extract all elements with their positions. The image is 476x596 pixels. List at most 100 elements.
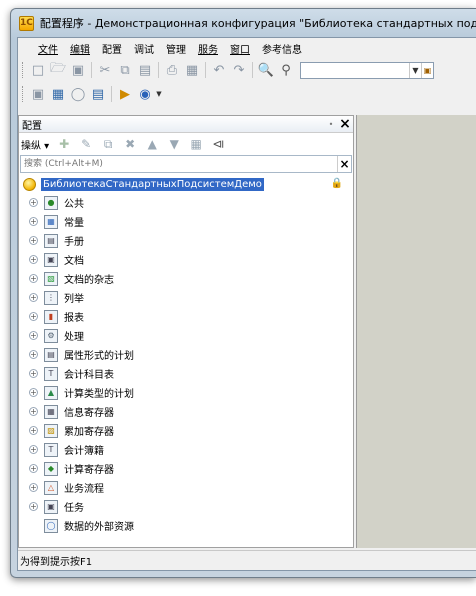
processing-icon: ⚙ [44, 328, 58, 343]
filter-input[interactable] [21, 156, 337, 172]
toolbar-grip[interactable] [22, 62, 25, 78]
menu-item[interactable]: 编辑 [64, 41, 96, 56]
redo-icon[interactable]: ↷ [229, 60, 249, 80]
tree-item[interactable]: + ▧ 文档的杂志 [19, 269, 353, 288]
tree-item[interactable]: + ▲ 计算类型的计划 [19, 383, 353, 402]
run-debug-icon[interactable]: ▶ [115, 84, 135, 104]
new-icon[interactable]: □ [28, 60, 48, 80]
tree-item[interactable]: + ⋮ 列举 [19, 288, 353, 307]
menu-item[interactable]: 窗口 [224, 41, 256, 56]
run-menu-icon[interactable]: ◉ [135, 84, 155, 104]
tree-item-label: 常量 [64, 218, 84, 229]
menu-item[interactable]: 文件 [32, 41, 64, 56]
expand-icon[interactable]: + [29, 483, 38, 492]
close-icon[interactable]: × [337, 117, 353, 131]
app-icon[interactable]: 1C [19, 15, 34, 31]
accumulation-register-icon: ▨ [44, 423, 58, 438]
tree-item-label: 手册 [64, 237, 84, 248]
expand-icon[interactable]: + [29, 350, 38, 359]
panel-title: 配置 [22, 120, 42, 132]
tree-item-label: 计算寄存器 [64, 465, 114, 476]
chevron-down-icon[interactable]: ▼ [155, 84, 163, 104]
tree-item-label: 信息寄存器 [64, 408, 114, 419]
tree-item[interactable]: + T 会计科目表 [19, 364, 353, 383]
tree-item[interactable]: + ● 公共 [19, 193, 353, 212]
config-compare-icon[interactable]: ▦ [48, 84, 68, 104]
print-icon[interactable]: ⎙ [162, 60, 182, 80]
find-in-files-icon[interactable]: 🔍 [256, 60, 276, 80]
tree-item[interactable]: + ▮ 报表 [19, 307, 353, 326]
tree-item[interactable]: + △ 业务流程 [19, 478, 353, 497]
expand-icon[interactable]: + [29, 388, 38, 397]
chart-of-characteristics-icon: ▤ [44, 347, 58, 362]
calculation-register-icon: ◆ [44, 461, 58, 476]
expand-icon[interactable]: + [29, 445, 38, 454]
expand-icon[interactable]: + [29, 274, 38, 283]
sort-icon[interactable]: ▦ [185, 134, 207, 154]
add-icon[interactable]: ✚ [53, 134, 75, 154]
expand-icon[interactable]: + [29, 198, 38, 207]
documents-icon: ▣ [44, 252, 58, 267]
chevron-down-icon[interactable]: ▼ [409, 62, 421, 78]
open-icon[interactable]: 🗁 [48, 60, 68, 80]
tree-item-label: 处理 [64, 332, 84, 343]
move-down-icon[interactable]: ▼ [163, 134, 185, 154]
menu-item[interactable]: 参考信息 [256, 41, 308, 56]
lock-icon: 🔒 [330, 178, 343, 189]
menu-item[interactable]: 配置 [96, 41, 128, 56]
save-icon[interactable]: ▣ [68, 60, 88, 80]
tree-item[interactable]: + T 会计簿籍 [19, 440, 353, 459]
tree-item[interactable]: + ▦ 信息寄存器 [19, 402, 353, 421]
expand-icon[interactable]: + [29, 464, 38, 473]
close-icon[interactable]: × [337, 156, 351, 172]
expand-icon[interactable]: + [29, 426, 38, 435]
expand-icon[interactable]: + [29, 255, 38, 264]
tree-item-label: 业务流程 [64, 484, 104, 495]
expand-icon[interactable]: + [29, 217, 38, 226]
panel-action-bar: 操纵 ▾ ✚ ✎ ⧉ ✖ ▲ ▼ ▦ ⧏ [19, 133, 353, 155]
delete-icon[interactable]: ✖ [119, 134, 141, 154]
catalogs-icon: ▤ [44, 233, 58, 248]
copy-icon[interactable]: ⧉ [115, 60, 135, 80]
copy-item-icon[interactable]: ⧉ [97, 134, 119, 154]
common-icon: ● [44, 195, 58, 210]
paste-icon[interactable]: ▤ [135, 60, 155, 80]
actions-menu[interactable]: 操纵 ▾ [21, 137, 49, 152]
tree-item[interactable]: + ▦ 常量 [19, 212, 353, 231]
expand-icon[interactable]: + [29, 312, 38, 321]
search-combo[interactable]: ▼ ▣ [300, 61, 434, 79]
tree-item[interactable]: + ▤ 手册 [19, 231, 353, 250]
filter-icon[interactable]: ⧏ [207, 134, 229, 154]
menu-item[interactable]: 调试 [128, 41, 160, 56]
toolbar-grip[interactable] [22, 86, 25, 102]
tree-item[interactable]: ◯ 数据的外部资源 [19, 516, 353, 535]
database-icon[interactable]: ◯ [68, 84, 88, 104]
tree-item[interactable]: + ⚙ 处理 [19, 326, 353, 345]
print-preview-icon[interactable]: ▦ [182, 60, 202, 80]
expand-icon[interactable]: + [29, 407, 38, 416]
expand-icon[interactable]: + [29, 331, 38, 340]
search-icon[interactable]: ⚲ [276, 60, 296, 80]
tree-item[interactable]: + ▤ 属性形式的计划 [19, 345, 353, 364]
tree-root[interactable]: БиблиотекаСтандартныхПодсистемДемо 🔒 [19, 176, 353, 193]
panel-header: 配置 • × [19, 116, 353, 133]
expand-icon[interactable]: + [29, 293, 38, 302]
cut-icon[interactable]: ✂ [95, 60, 115, 80]
expand-icon[interactable]: + [29, 502, 38, 511]
undo-icon[interactable]: ↶ [209, 60, 229, 80]
move-up-icon[interactable]: ▲ [141, 134, 163, 154]
menu-item[interactable]: 管理 [160, 41, 192, 56]
expand-icon[interactable]: + [29, 236, 38, 245]
expand-icon[interactable]: + [29, 369, 38, 378]
menu-item[interactable]: 服务 [192, 41, 224, 56]
table-icon[interactable]: ▤ [88, 84, 108, 104]
tree-item[interactable]: + ◆ 计算寄存器 [19, 459, 353, 478]
edit-icon[interactable]: ✎ [75, 134, 97, 154]
search-go-icon[interactable]: ▣ [421, 62, 433, 78]
tree-item[interactable]: + ▣ 文档 [19, 250, 353, 269]
pin-icon[interactable]: • [325, 120, 337, 129]
config-open-icon[interactable]: ▣ [28, 84, 48, 104]
title-bar[interactable]: 1C 配置程序 - Демонстрационная конфигурация … [11, 9, 476, 37]
tree-item[interactable]: + ▣ 任务 [19, 497, 353, 516]
tree-item[interactable]: + ▨ 累加寄存器 [19, 421, 353, 440]
